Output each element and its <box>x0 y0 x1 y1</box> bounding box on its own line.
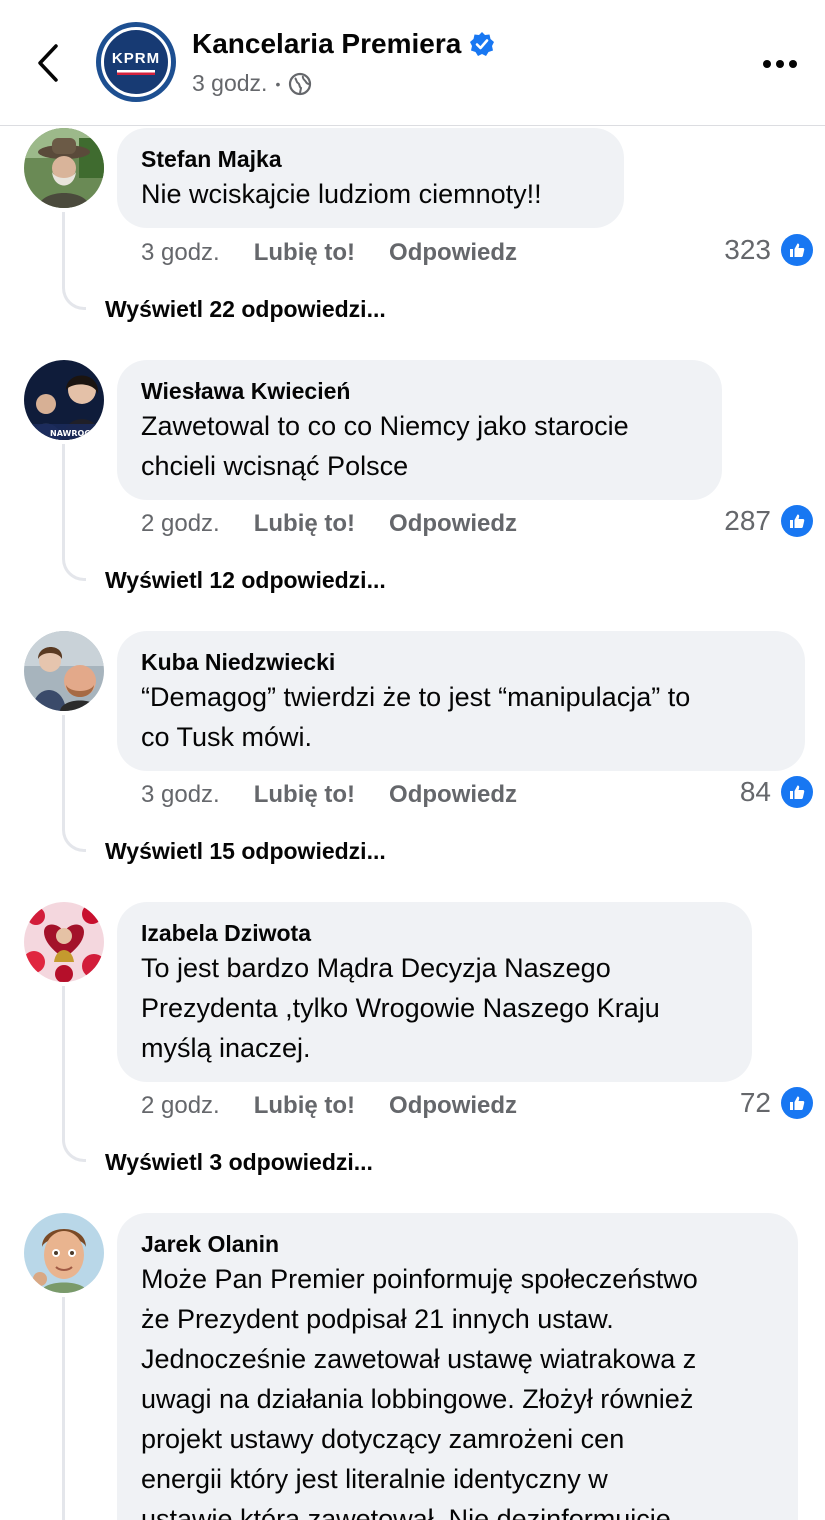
comment-time[interactable]: 2 godz. <box>141 1092 220 1120</box>
like-icon <box>781 776 813 808</box>
comment-author[interactable]: Wiesława Kwiecień <box>141 376 698 406</box>
like-button[interactable]: Lubię to! <box>254 781 355 809</box>
avatar[interactable] <box>24 902 104 982</box>
reaction-count-text: 323 <box>724 234 771 265</box>
comment-text: To jest bardzo Mądra Decyzja Naszego Pre… <box>141 953 660 1063</box>
view-replies-link[interactable]: Wyświetl 3 odpowiedzi... <box>105 1149 373 1176</box>
avatar-caption: NAWROCKI <box>50 429 99 438</box>
comment-time[interactable]: 2 godz. <box>141 510 220 538</box>
like-button[interactable]: Lubię to! <box>254 1092 355 1120</box>
page-name[interactable]: Kancelaria Premiera <box>192 28 495 60</box>
comment-author[interactable]: Kuba Niedzwiecki <box>141 647 781 677</box>
comment-text: Nie wciskajcie ludziom ciemnoty!! <box>141 179 542 209</box>
like-icon <box>781 505 813 537</box>
comment-bubble[interactable]: Jarek Olanin Może Pan Premier poinformuj… <box>117 1213 798 1520</box>
like-icon <box>781 234 813 266</box>
page-name-text: Kancelaria Premiera <box>192 28 462 59</box>
comment-author[interactable]: Stefan Majka <box>141 144 600 174</box>
meta-separator: • <box>275 75 281 92</box>
more-button[interactable] <box>752 44 808 84</box>
avatar[interactable] <box>24 128 104 208</box>
reaction-count[interactable]: 72 <box>740 1087 813 1119</box>
comment-text: Zawetowal to co co Niemcy jako starocie … <box>141 411 629 481</box>
globe-icon <box>289 72 312 95</box>
avatar[interactable]: NAWROCKI <box>24 360 104 440</box>
avatar[interactable] <box>24 1213 104 1293</box>
comment-author[interactable]: Jarek Olanin <box>141 1229 774 1259</box>
chevron-left-icon <box>38 44 58 82</box>
avatar[interactable] <box>24 631 104 711</box>
reaction-count-text: 84 <box>739 776 771 807</box>
comment-author[interactable]: Izabela Dziwota <box>141 918 728 948</box>
flag-stripe <box>117 69 155 75</box>
reply-button[interactable]: Odpowiedz <box>389 1092 517 1120</box>
comment-bubble[interactable]: Kuba Niedzwiecki “Demagog” twierdzi że t… <box>117 631 805 771</box>
comment-actions: 2 godz. Lubię to! Odpowiedz <box>141 1092 551 1120</box>
view-replies-link[interactable]: Wyświetl 15 odpowiedzi... <box>105 838 386 865</box>
comment-bubble[interactable]: Wiesława Kwiecień Zawetowal to co co Nie… <box>117 360 722 500</box>
kprm-logo: KPRM <box>101 27 171 97</box>
back-button[interactable] <box>26 38 70 88</box>
post-meta: 3 godz. • <box>192 70 312 97</box>
thread-line <box>62 1297 86 1520</box>
more-horizontal-icon <box>763 60 771 68</box>
view-replies-link[interactable]: Wyświetl 22 odpowiedzi... <box>105 296 386 323</box>
like-button[interactable]: Lubię to! <box>254 239 355 267</box>
comment-actions: 3 godz. Lubię to! Odpowiedz <box>141 781 551 809</box>
reaction-count-text: 72 <box>739 1087 771 1118</box>
reaction-count[interactable]: 84 <box>740 776 813 808</box>
view-replies-link[interactable]: Wyświetl 12 odpowiedzi... <box>105 567 386 594</box>
page-avatar[interactable]: KPRM <box>96 22 176 102</box>
reply-button[interactable]: Odpowiedz <box>389 510 517 538</box>
like-icon <box>781 1087 813 1119</box>
like-button[interactable]: Lubię to! <box>254 510 355 538</box>
reaction-count-text: 287 <box>724 505 771 536</box>
comment-actions: 3 godz. Lubię to! Odpowiedz <box>141 239 551 267</box>
comment-actions: 2 godz. Lubię to! Odpowiedz <box>141 510 551 538</box>
reaction-count[interactable]: 323 <box>724 234 813 266</box>
reply-button[interactable]: Odpowiedz <box>389 239 517 267</box>
comment-bubble[interactable]: Stefan Majka Nie wciskajcie ludziom ciem… <box>117 128 624 228</box>
thread-line <box>62 444 86 581</box>
post-header: KPRM Kancelaria Premiera 3 godz. • <box>0 0 825 126</box>
comment-time[interactable]: 3 godz. <box>141 239 220 267</box>
thread-line <box>62 212 86 310</box>
reaction-count[interactable]: 287 <box>724 505 813 537</box>
comment-time[interactable]: 3 godz. <box>141 781 220 809</box>
reply-button[interactable]: Odpowiedz <box>389 781 517 809</box>
verified-badge-icon <box>470 32 495 56</box>
comment-bubble[interactable]: Izabela Dziwota To jest bardzo Mądra Dec… <box>117 902 752 1082</box>
comment-text: Może Pan Premier poinformuję społeczeńst… <box>141 1264 698 1520</box>
comment-text: “Demagog” twierdzi że to jest “manipulac… <box>141 682 691 752</box>
thread-line <box>62 986 86 1162</box>
thread-line <box>62 715 86 852</box>
kprm-logo-text: KPRM <box>111 49 161 67</box>
post-time[interactable]: 3 godz. <box>192 70 267 97</box>
